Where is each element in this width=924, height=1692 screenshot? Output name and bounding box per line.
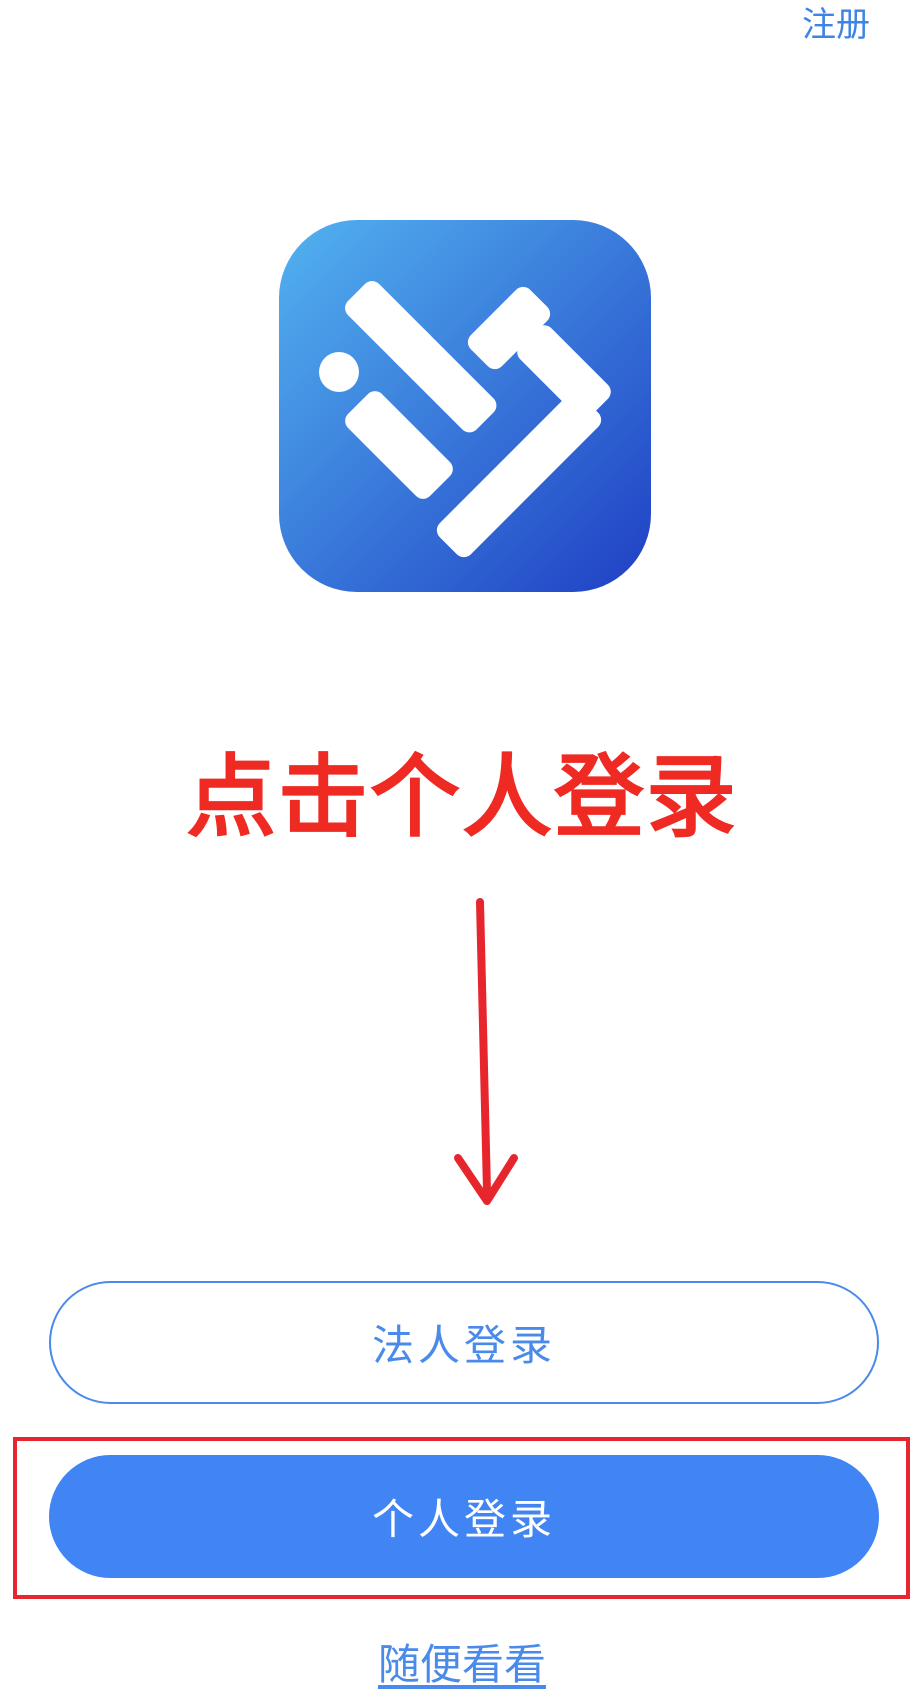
personal-login-button[interactable]: 个人登录 <box>49 1455 879 1578</box>
legal-login-button[interactable]: 法人登录 <box>49 1281 879 1404</box>
app-logo-icon <box>279 220 651 592</box>
browse-link[interactable]: 随便看看 <box>0 1638 924 1692</box>
instruction-annotation: 点击个人登录 <box>186 745 738 850</box>
register-link[interactable]: 注册 <box>802 0 870 50</box>
down-arrow-icon <box>440 896 530 1216</box>
